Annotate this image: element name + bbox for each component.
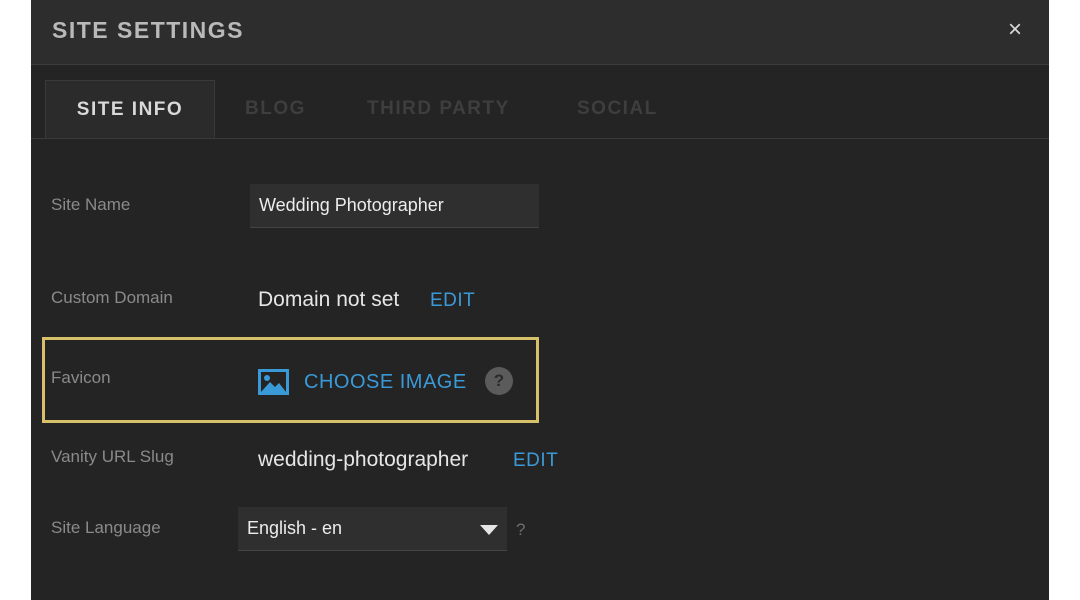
choose-image-label: CHOOSE IMAGE: [304, 370, 467, 393]
settings-tabs: SITE INFO BLOG THIRD PARTY SOCIAL: [31, 65, 1049, 139]
site-language-value: English - en: [247, 518, 343, 538]
site-language-label: Site Language: [51, 518, 161, 537]
favicon-help-icon[interactable]: ?: [485, 367, 513, 395]
choose-image-button[interactable]: CHOOSE IMAGE: [258, 367, 467, 397]
site-language-select[interactable]: English - en: [238, 507, 507, 551]
tab-site-info[interactable]: SITE INFO: [45, 80, 215, 138]
site-language-help-icon[interactable]: ?: [516, 520, 525, 540]
dropdown-arrow-icon: [480, 525, 498, 535]
vanity-url-value: wedding-photographer: [258, 448, 469, 471]
vanity-url-edit-link[interactable]: EDIT: [513, 450, 558, 472]
dialog-title: SITE SETTINGS: [52, 17, 245, 43]
site-name-label: Site Name: [51, 195, 131, 214]
custom-domain-label: Custom Domain: [51, 288, 173, 307]
dialog-header: SITE SETTINGS ×: [31, 0, 1049, 65]
close-button[interactable]: ×: [1003, 16, 1027, 44]
tab-blog[interactable]: BLOG: [245, 80, 306, 138]
tab-social[interactable]: SOCIAL: [577, 80, 658, 138]
site-settings-dialog: SITE SETTINGS × SITE INFO BLOG THIRD PAR…: [31, 0, 1049, 600]
vanity-url-label: Vanity URL Slug: [51, 447, 174, 466]
site-name-input[interactable]: [250, 184, 539, 228]
custom-domain-value: Domain not set: [258, 288, 400, 311]
tab-third-party[interactable]: THIRD PARTY: [367, 80, 510, 138]
image-icon: [258, 369, 289, 395]
custom-domain-edit-link[interactable]: EDIT: [430, 290, 475, 312]
favicon-label: Favicon: [51, 368, 111, 387]
